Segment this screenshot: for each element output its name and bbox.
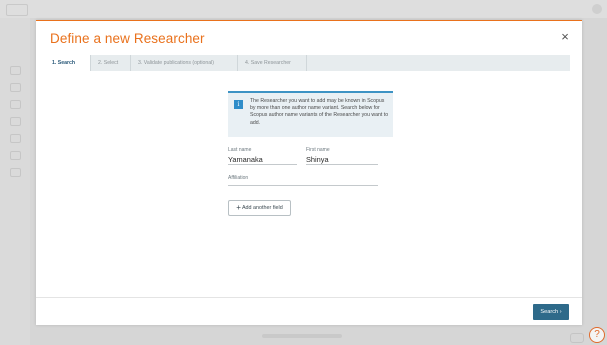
modal-footer-divider: [36, 297, 582, 298]
app-side-rail: [0, 18, 30, 345]
define-researcher-modal: Define a new Researcher × 1. Search 2. S…: [36, 20, 582, 325]
first-name-input[interactable]: [306, 154, 378, 165]
user-avatar: [592, 4, 602, 14]
step-divider: [306, 55, 307, 71]
add-another-field-button[interactable]: +Add another field: [228, 200, 291, 216]
step-select[interactable]: 2. Select: [98, 55, 118, 71]
last-name-label: Last name: [228, 147, 252, 153]
modal-title: Define a new Researcher: [50, 31, 205, 46]
wizard-steps: 1. Search 2. Select 3. Validate publicat…: [46, 55, 570, 71]
step-divider: [130, 55, 131, 71]
add-another-field-label: Add another field: [241, 205, 283, 211]
home-icon: [10, 66, 21, 75]
app-logo: [6, 4, 28, 16]
step-search[interactable]: 1. Search: [46, 55, 90, 71]
app-footer-text: [262, 334, 342, 338]
chat-icon: [570, 333, 584, 343]
chart-icon: [10, 100, 21, 109]
info-text: The Researcher you want to add may be kn…: [250, 98, 389, 126]
search-button[interactable]: Search ›: [533, 304, 569, 320]
document-icon: [10, 134, 21, 143]
step-validate-publications[interactable]: 3. Validate publications (optional): [138, 55, 214, 71]
app-topbar: [0, 0, 607, 18]
step-divider: [237, 55, 238, 71]
step-divider: [90, 55, 91, 71]
first-name-label: First name: [306, 147, 330, 153]
close-button[interactable]: ×: [558, 30, 572, 44]
last-name-input[interactable]: [228, 154, 297, 165]
compare-icon: [10, 117, 21, 126]
help-icon[interactable]: ?: [589, 327, 605, 343]
people-icon: [10, 83, 21, 92]
affiliation-input[interactable]: [228, 175, 378, 186]
plus-icon: +: [236, 203, 241, 212]
modal-accent-bar: [36, 20, 582, 21]
settings-icon: [10, 168, 21, 177]
step-save-researcher[interactable]: 4. Save Researcher: [245, 55, 291, 71]
list-icon: [10, 151, 21, 160]
info-icon: i: [234, 100, 243, 109]
info-message: i The Researcher you want to add may be …: [228, 91, 393, 137]
